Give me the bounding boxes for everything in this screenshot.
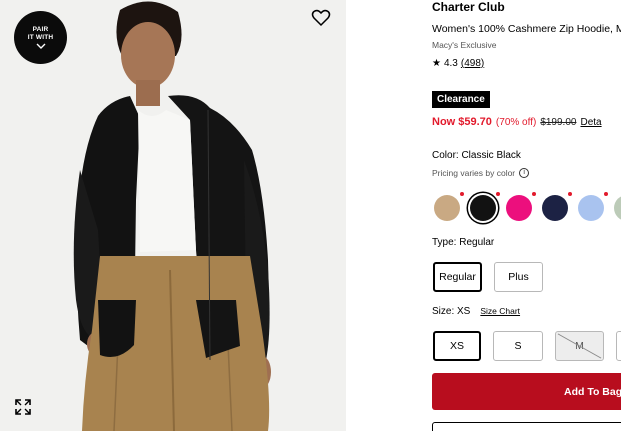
product-image[interactable]: PAIR IT WITH bbox=[0, 0, 346, 431]
brand-name[interactable]: Charter Club bbox=[432, 0, 505, 14]
swatch-light-blue[interactable] bbox=[578, 192, 608, 221]
expand-icon[interactable] bbox=[14, 398, 32, 416]
original-price: $199.00 bbox=[540, 117, 577, 128]
heart-icon[interactable] bbox=[311, 8, 331, 28]
rating-value: 4.3 bbox=[443, 58, 458, 69]
info-icon[interactable]: i bbox=[519, 168, 530, 178]
secondary-action-button[interactable] bbox=[432, 422, 621, 431]
review-count-link[interactable]: (498) bbox=[461, 58, 484, 69]
rating: ★ 4.3 (498) bbox=[432, 58, 484, 69]
size-label-row: Size: XS Size Chart bbox=[432, 306, 520, 317]
chevron-down-icon bbox=[36, 43, 45, 49]
swatch-sale-dot bbox=[568, 192, 572, 196]
swatch-sale-dot bbox=[460, 192, 464, 196]
product-title: Women's 100% Cashmere Zip Hoodie, M bbox=[432, 23, 621, 35]
price-row: Now $59.70 (70% off) $199.00 Deta bbox=[432, 116, 602, 128]
size-s-button[interactable]: S bbox=[493, 331, 543, 361]
swatch-sage[interactable] bbox=[614, 195, 621, 221]
swatch-classic-black[interactable] bbox=[470, 192, 500, 221]
discount-percent: (70% off) bbox=[495, 117, 537, 128]
type-plus-button[interactable]: Plus bbox=[494, 262, 543, 292]
swatch-navy[interactable] bbox=[542, 192, 572, 221]
swatch-sale-dot bbox=[532, 192, 536, 196]
add-to-bag-button[interactable]: Add To Bag bbox=[432, 373, 621, 410]
pair-it-with-button[interactable]: PAIR IT WITH bbox=[14, 11, 67, 64]
size-next-button[interactable] bbox=[616, 331, 621, 361]
product-details: Charter Club Women's 100% Cashmere Zip H… bbox=[432, 0, 621, 431]
price-details-link[interactable]: Deta bbox=[580, 117, 601, 128]
type-label: Type: Regular bbox=[432, 237, 495, 248]
model-photo bbox=[0, 0, 346, 431]
type-regular-button[interactable]: Regular bbox=[433, 262, 482, 292]
star-icon: ★ bbox=[432, 58, 441, 69]
pricing-note: Pricing varies by color i bbox=[432, 168, 530, 178]
size-xs-button[interactable]: XS bbox=[433, 331, 481, 361]
size-chart-link[interactable]: Size Chart bbox=[480, 306, 520, 316]
size-m-button[interactable]: M bbox=[555, 331, 604, 361]
exclusive-label: Macy's Exclusive bbox=[432, 40, 497, 50]
sale-price: Now $59.70 bbox=[432, 116, 492, 128]
size-label: Size: XS bbox=[432, 306, 471, 317]
pricing-note-text: Pricing varies by color bbox=[432, 168, 516, 178]
pair-badge-line1: PAIR bbox=[32, 26, 49, 33]
unavailable-slash bbox=[557, 333, 602, 359]
color-label: Color: Classic Black bbox=[432, 150, 521, 161]
swatch-sale-dot bbox=[604, 192, 608, 196]
swatch-tan[interactable] bbox=[434, 192, 464, 221]
swatch-pink[interactable] bbox=[506, 192, 536, 221]
pair-badge-line2: IT WITH bbox=[27, 34, 54, 41]
swatch-sale-dot bbox=[496, 192, 500, 196]
clearance-badge: Clearance bbox=[432, 91, 490, 108]
